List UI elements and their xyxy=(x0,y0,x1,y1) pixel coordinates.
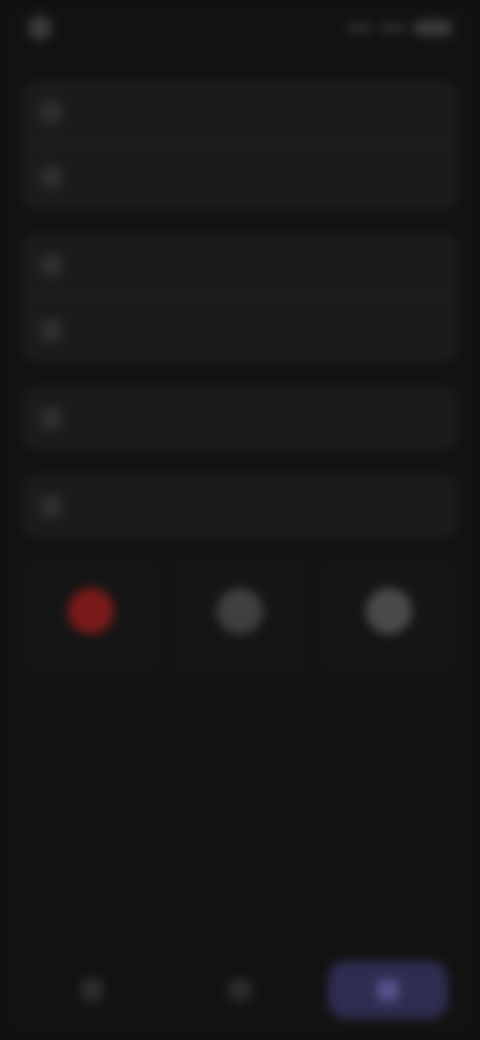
section-card xyxy=(22,386,458,450)
settings-row[interactable] xyxy=(22,297,458,362)
row-icon xyxy=(40,319,62,341)
wifi-icon xyxy=(380,23,406,33)
section-card xyxy=(22,80,458,209)
row-icon xyxy=(40,166,62,188)
status-left xyxy=(28,16,64,40)
row-icon xyxy=(40,254,62,276)
bottom-nav-item-active[interactable] xyxy=(328,961,448,1019)
apps-grid xyxy=(22,556,458,676)
row-icon xyxy=(40,407,62,429)
bottom-nav-item[interactable] xyxy=(180,961,300,1019)
section-card xyxy=(22,474,458,538)
status-avatar-icon xyxy=(28,16,52,40)
blurred-screen xyxy=(0,0,480,1040)
apps-section xyxy=(0,556,480,676)
status-right xyxy=(346,20,452,36)
nav-icon xyxy=(377,979,399,1001)
row-icon xyxy=(40,101,62,123)
nav-icon xyxy=(229,979,251,1001)
section-card xyxy=(22,233,458,362)
section-4 xyxy=(0,474,480,538)
app-tile[interactable] xyxy=(170,556,310,676)
settings-row[interactable] xyxy=(22,386,458,450)
app-icon xyxy=(216,588,263,634)
bottom-nav-item[interactable] xyxy=(32,961,152,1019)
section-2 xyxy=(0,233,480,362)
settings-row[interactable] xyxy=(22,80,458,144)
app-tile[interactable] xyxy=(319,556,458,676)
bottom-nav xyxy=(0,940,480,1040)
nav-icon xyxy=(81,979,103,1001)
settings-row[interactable] xyxy=(22,233,458,297)
row-icon xyxy=(40,495,62,517)
app-tile[interactable] xyxy=(22,556,161,676)
app-icon xyxy=(365,588,412,634)
section-1 xyxy=(0,80,480,209)
settings-row[interactable] xyxy=(22,474,458,538)
app-icon xyxy=(68,588,115,634)
settings-row[interactable] xyxy=(22,144,458,209)
battery-icon xyxy=(414,20,452,36)
signal-icon xyxy=(346,23,372,33)
status-bar xyxy=(0,0,480,56)
section-3 xyxy=(0,386,480,450)
